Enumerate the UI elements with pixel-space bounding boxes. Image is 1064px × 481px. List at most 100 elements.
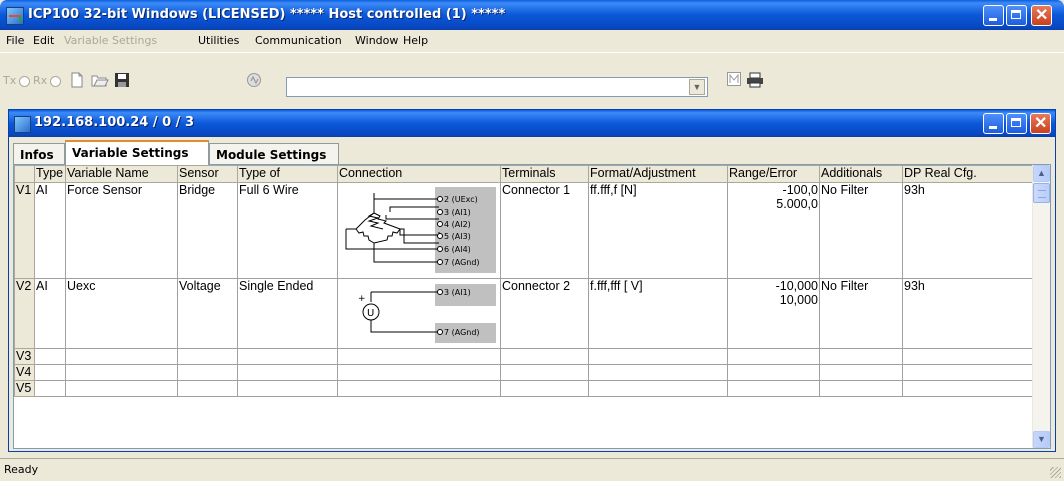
cell-empty[interactable] <box>65 380 178 397</box>
cell-empty[interactable] <box>588 364 728 381</box>
tab-variable-settings[interactable]: Variable Settings <box>65 140 209 165</box>
cell-empty[interactable] <box>902 364 1036 381</box>
cell-empty[interactable] <box>34 380 66 397</box>
cell-empty[interactable] <box>65 348 178 365</box>
cell-empty[interactable] <box>500 348 589 365</box>
col-header-type[interactable]: Type <box>34 165 66 183</box>
cell-empty[interactable] <box>237 364 338 381</box>
cell-empty[interactable] <box>588 348 728 365</box>
menu-window[interactable]: Window <box>355 34 398 47</box>
cell-empty[interactable] <box>177 348 238 365</box>
cell-empty[interactable] <box>819 380 903 397</box>
cell-type-of[interactable]: Single Ended <box>237 278 338 349</box>
cell-empty[interactable] <box>177 380 238 397</box>
table-row[interactable]: V5 <box>14 380 1036 397</box>
row-header[interactable]: V2 <box>14 278 35 349</box>
table-row[interactable]: V2 AI Uexc Voltage Single Ended U + 3 (A… <box>14 278 1036 349</box>
save-disk-icon[interactable] <box>114 72 130 88</box>
cell-format[interactable]: f.fff,fff [ V] <box>588 278 728 349</box>
cell-terminals[interactable]: Connector 1 <box>500 182 589 279</box>
col-header-range[interactable]: Range/Error <box>727 165 820 183</box>
cell-type-of[interactable]: Full 6 Wire <box>237 182 338 279</box>
cell-additionals[interactable]: No Filter <box>819 278 903 349</box>
tab-infos[interactable]: Infos <box>13 143 65 164</box>
cell-connection[interactable]: 2 (UExc) 3 (AI1) 4 (AI2) 5 (AI3) 6 (AI4)… <box>337 182 501 279</box>
row-header[interactable]: V3 <box>14 348 35 365</box>
cell-empty[interactable] <box>337 380 501 397</box>
cell-empty[interactable] <box>588 380 728 397</box>
cell-format[interactable]: ff.fff,f [N] <box>588 182 728 279</box>
cell-empty[interactable] <box>237 380 338 397</box>
cell-variable-name[interactable]: Force Sensor <box>65 182 178 279</box>
cell-type[interactable]: AI <box>34 278 66 349</box>
cell-range[interactable]: -10,000 10,000 <box>727 278 820 349</box>
scroll-down-button[interactable]: ▼ <box>1033 431 1050 448</box>
child-title-bar[interactable]: 192.168.100.24 / 0 / 3 ✕ <box>9 110 1055 137</box>
menu-edit[interactable]: Edit <box>33 34 54 47</box>
child-close-button[interactable]: ✕ <box>1030 113 1051 134</box>
col-header-variable-name[interactable]: Variable Name <box>65 165 178 183</box>
scroll-thumb[interactable] <box>1033 183 1050 203</box>
row-header[interactable]: V4 <box>14 364 35 381</box>
cell-empty[interactable] <box>902 348 1036 365</box>
col-header-additionals[interactable]: Additionals <box>819 165 903 183</box>
cell-dp-real-cfg[interactable]: 93h <box>902 182 1036 279</box>
cell-empty[interactable] <box>34 348 66 365</box>
print-icon[interactable] <box>746 72 763 88</box>
cell-empty[interactable] <box>65 364 178 381</box>
menu-help[interactable]: Help <box>403 34 428 47</box>
table-row[interactable]: V1 AI Force Sensor Bridge Full 6 Wire 2 … <box>14 182 1036 279</box>
child-minimize-button[interactable] <box>983 113 1004 134</box>
cell-empty[interactable] <box>727 348 820 365</box>
cell-dp-real-cfg[interactable]: 93h <box>902 278 1036 349</box>
app-icon[interactable] <box>6 7 24 25</box>
cell-empty[interactable] <box>177 364 238 381</box>
cell-empty[interactable] <box>237 348 338 365</box>
cell-variable-name[interactable]: Uexc <box>65 278 178 349</box>
child-window-icon[interactable] <box>14 116 31 133</box>
connect-icon[interactable] <box>246 72 262 88</box>
close-button[interactable]: ✕ <box>1031 5 1052 26</box>
table-row[interactable]: V3 <box>14 348 1036 365</box>
col-header-terminals[interactable]: Terminals <box>500 165 589 183</box>
open-folder-icon[interactable] <box>91 72 109 88</box>
minimize-button[interactable] <box>983 5 1004 26</box>
col-header-connection[interactable]: Connection <box>337 165 501 183</box>
col-header-dp-real-cfg[interactable]: DP Real Cfg. <box>902 165 1036 183</box>
cell-range[interactable]: -100,0 5.000,0 <box>727 182 820 279</box>
cell-empty[interactable] <box>819 348 903 365</box>
table-row[interactable]: V4 <box>14 364 1036 381</box>
m-icon[interactable] <box>726 72 742 88</box>
col-header-type-of[interactable]: Type of <box>237 165 338 183</box>
cell-empty[interactable] <box>727 364 820 381</box>
row-header[interactable]: V1 <box>14 182 35 279</box>
cell-empty[interactable] <box>34 364 66 381</box>
scroll-up-button[interactable]: ▲ <box>1033 165 1050 182</box>
address-dropdown-button[interactable]: ▼ <box>689 79 705 95</box>
cell-sensor[interactable]: Bridge <box>177 182 238 279</box>
menu-variable-settings[interactable]: Variable Settings <box>64 34 157 47</box>
cell-connection[interactable]: U + 3 (AI1) 7 (AGnd) <box>337 278 501 349</box>
col-header-format[interactable]: Format/Adjustment <box>588 165 728 183</box>
cell-empty[interactable] <box>727 380 820 397</box>
cell-additionals[interactable]: No Filter <box>819 182 903 279</box>
child-maximize-button[interactable] <box>1006 113 1027 134</box>
cell-type[interactable]: AI <box>34 182 66 279</box>
main-title-bar[interactable]: ICP100 32-bit Windows (LICENSED) ***** H… <box>0 0 1064 30</box>
menu-utilities[interactable]: Utilities <box>198 34 239 47</box>
cell-empty[interactable] <box>337 364 501 381</box>
new-file-icon[interactable] <box>69 72 85 88</box>
vertical-scrollbar[interactable]: ▲ ▼ <box>1032 165 1050 448</box>
col-header-sensor[interactable]: Sensor <box>177 165 238 183</box>
cell-empty[interactable] <box>819 364 903 381</box>
menu-communication[interactable]: Communication <box>255 34 342 47</box>
cell-empty[interactable] <box>902 380 1036 397</box>
row-header[interactable]: V5 <box>14 380 35 397</box>
cell-sensor[interactable]: Voltage <box>177 278 238 349</box>
maximize-button[interactable] <box>1006 5 1027 26</box>
resize-grip[interactable] <box>1050 467 1061 478</box>
cell-empty[interactable] <box>500 364 589 381</box>
col-header-index[interactable] <box>14 165 35 183</box>
cell-empty[interactable] <box>337 348 501 365</box>
menu-file[interactable]: File <box>6 34 24 47</box>
